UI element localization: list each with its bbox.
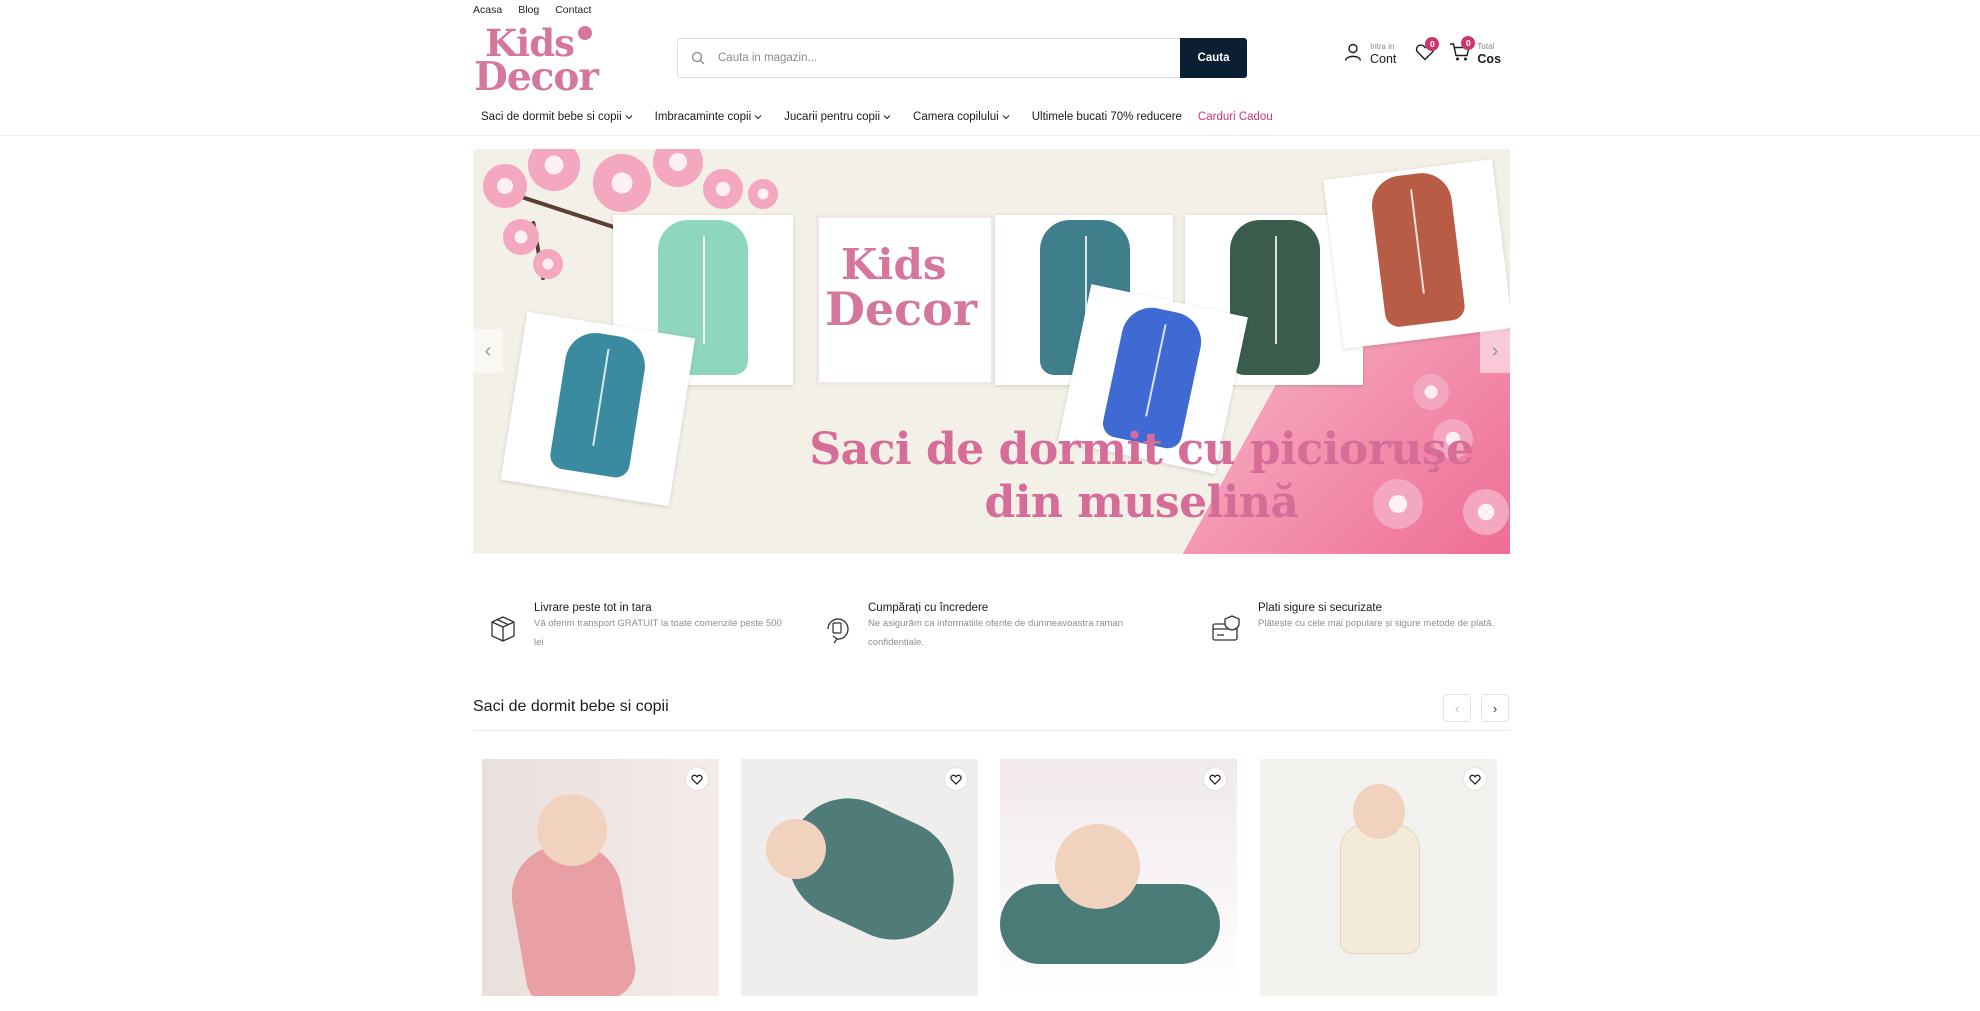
hero-banner[interactable]: Kids Decor Saci de dormit cu picioruşe d… [473, 149, 1510, 554]
section-next-button[interactable]: › [1481, 694, 1509, 722]
banner-title-line2: din muselină [984, 477, 1299, 528]
blossom-decoration [503, 219, 539, 255]
search-bar: Cauta [677, 38, 1247, 78]
cart-count-badge: 0 [1461, 36, 1476, 50]
top-links: Acasa Blog Contact [473, 4, 1510, 18]
nav-item-saci-de-dormit[interactable]: Saci de dormit bebe si copii [481, 111, 633, 123]
banner-prev-arrow[interactable]: ‹ [473, 329, 503, 373]
nav-item-label: Imbracaminte copii [654, 111, 752, 123]
logo-ball-icon [578, 26, 592, 40]
feature-text: Ne asigurăm ca informatiile oferite de d… [868, 618, 1124, 648]
nav-item-ultimele-bucati[interactable]: Ultimele bucati 70% reducere [1032, 111, 1182, 123]
feature-shipping: Livrare peste tot in tara Vă oferim tran… [486, 600, 784, 652]
account-small-label: Intra in [1370, 42, 1395, 52]
main-nav: Saci de dormit bebe si copii Imbracamint… [481, 111, 1273, 123]
blossom-decoration [653, 149, 703, 187]
blossom-decoration [703, 169, 743, 209]
feature-title: Cumpărați cu încredere [868, 602, 989, 614]
nav-item-carduri-cadou[interactable]: Carduri Cadou [1198, 111, 1273, 123]
blossom-decoration [748, 179, 778, 209]
banner-logo: Kids Decor [816, 215, 994, 385]
sleepsuit-image [1368, 169, 1467, 329]
chevron-down-icon [754, 111, 762, 123]
feature-title: Plati sigure si securizate [1258, 602, 1382, 614]
search-button[interactable]: Cauta [1180, 38, 1247, 78]
wishlist-heart-button[interactable] [945, 768, 967, 790]
nav-item-label: Carduri Cadou [1197, 111, 1273, 123]
chevron-down-icon [625, 111, 633, 123]
product-card-image[interactable] [1260, 759, 1497, 996]
cart-label: Cos [1477, 52, 1502, 67]
section-divider [473, 730, 1510, 731]
nav-item-label: Saci de dormit bebe si copii [481, 111, 622, 123]
feature-title: Livrare peste tot in tara [534, 602, 652, 614]
nav-item-jucarii[interactable]: Jucarii pentru copii [784, 111, 891, 123]
account-label: Cont [1370, 52, 1397, 67]
nav-item-label: Ultimele bucati 70% reducere [1031, 111, 1182, 123]
site-logo[interactable]: Kids Decor [473, 21, 603, 100]
blossom-decoration [533, 249, 563, 279]
logo-line2: Decor [474, 54, 599, 100]
banner-logo-line2: Decor [825, 282, 978, 336]
product-card-image[interactable] [741, 759, 978, 996]
cart-link[interactable]: 0 Total Cos [1449, 36, 1502, 67]
sleepsuit-image [1230, 220, 1320, 375]
blossom-decoration [483, 164, 527, 208]
blossom-decoration [528, 149, 580, 191]
chevron-down-icon [1002, 111, 1010, 123]
nav-divider [0, 135, 1980, 136]
wishlist-heart-button[interactable] [1464, 768, 1486, 790]
search-input[interactable] [718, 39, 1180, 77]
wishlist-count-badge: 0 [1425, 37, 1440, 51]
secure-card-icon [1210, 612, 1244, 646]
section-prev-button[interactable]: ‹ [1443, 694, 1471, 722]
nav-item-label: Jucarii pentru copii [784, 111, 881, 123]
top-link-contact[interactable]: Contact [555, 4, 591, 18]
banner-next-arrow[interactable]: › [1480, 329, 1510, 373]
chevron-down-icon [883, 111, 891, 123]
header-actions: Intra in Cont 0 0 Total Cos [1343, 36, 1502, 67]
banner-title-line1: Saci de dormit cu picioruşe [809, 424, 1474, 475]
feature-trust: Cumpărați cu încredere Ne asigurăm ca in… [820, 600, 1148, 652]
wishlist-heart-button[interactable] [686, 768, 708, 790]
wishlist-heart-button[interactable] [1204, 768, 1226, 790]
cart-small-label: Total [1477, 42, 1495, 52]
patterned-sleepsuit-image [1340, 824, 1420, 954]
blossom-decoration [593, 154, 651, 212]
shield-return-icon [820, 612, 854, 646]
product-card-image[interactable] [1000, 759, 1237, 996]
toddler-face-image [1353, 784, 1405, 839]
banner-photo-rust [1323, 159, 1510, 349]
wishlist-link[interactable]: 0 [1415, 37, 1440, 66]
user-icon [1343, 42, 1363, 67]
nav-item-camera-copilului[interactable]: Camera copilului [913, 111, 1010, 123]
feature-text: Plătește cu cele mai populare și sigure … [1258, 618, 1495, 629]
feature-text: Vă oferim transport GRATUIT la toate com… [534, 618, 782, 648]
baby-face-image [1055, 824, 1140, 909]
product-card-image[interactable] [482, 759, 719, 996]
top-link-blog[interactable]: Blog [518, 4, 539, 18]
account-link[interactable]: Intra in Cont [1343, 42, 1396, 67]
baby-face-image [537, 794, 607, 866]
nav-item-label: Camera copilului [913, 111, 999, 123]
search-icon [678, 39, 718, 77]
blossom-decoration [1413, 374, 1449, 410]
top-link-acasa[interactable]: Acasa [473, 4, 502, 18]
box-icon [486, 612, 520, 646]
section-title: Saci de dormit bebe si copii [473, 698, 669, 715]
feature-payments: Plati sigure si securizate Plătește cu c… [1210, 600, 1498, 646]
baby-face-image [766, 819, 826, 879]
nav-item-imbracaminte[interactable]: Imbracaminte copii [655, 111, 763, 123]
